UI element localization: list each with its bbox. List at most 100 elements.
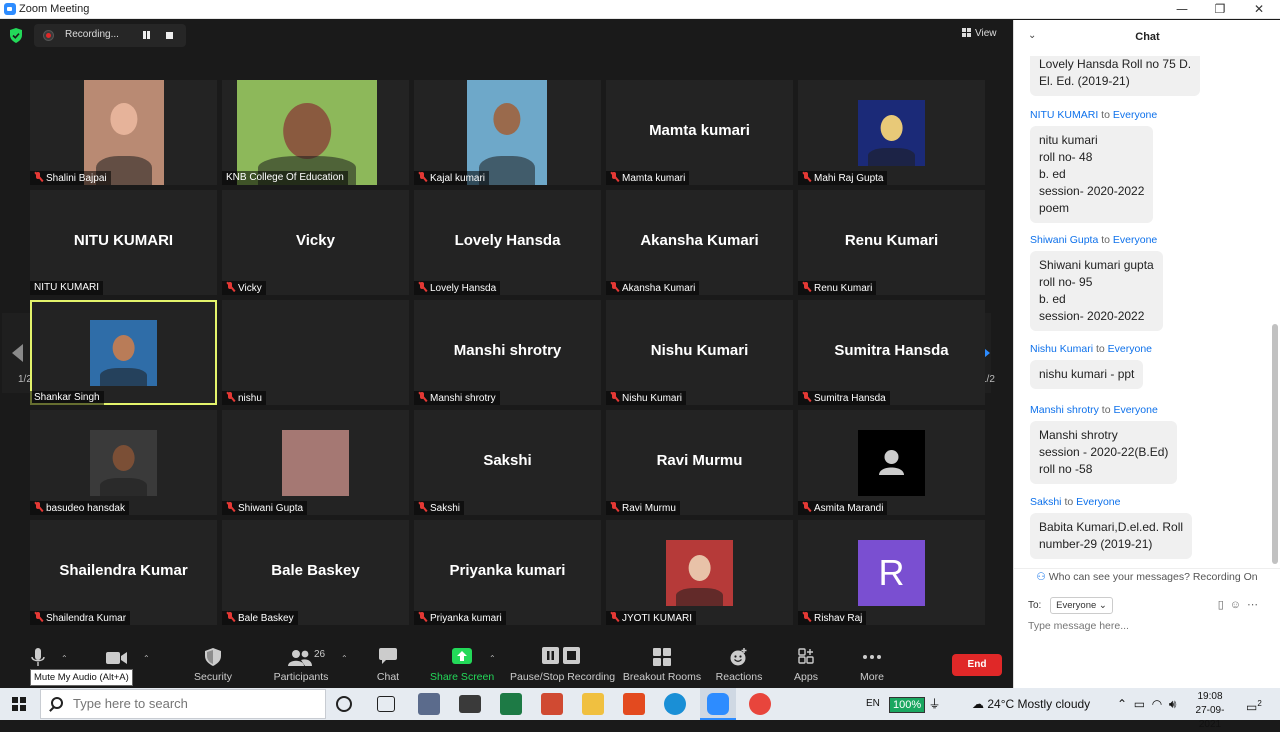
share-options-caret-icon[interactable]: ⌃ xyxy=(489,654,496,663)
volume-icon[interactable]: 🔊︎ xyxy=(1169,697,1177,711)
taskbar-search-input[interactable] xyxy=(73,696,313,711)
app-icon-1[interactable] xyxy=(418,693,440,715)
end-meeting-button[interactable]: End xyxy=(952,654,1002,676)
security-button[interactable]: Security xyxy=(188,638,238,688)
excel-icon[interactable] xyxy=(500,693,522,715)
task-view-icon[interactable] xyxy=(377,696,395,712)
participant-tile[interactable]: Bale Baskey Bale Baskey xyxy=(222,520,409,625)
participants-caret-icon[interactable]: ⌃ xyxy=(341,654,348,663)
participant-name: Lovely Hansda xyxy=(430,283,497,294)
chat-sender[interactable]: Shiwani Gupta xyxy=(1030,234,1098,246)
language-indicator[interactable]: EN xyxy=(866,688,880,720)
system-clock[interactable]: 19:08 27-09-2021 xyxy=(1190,690,1230,732)
participant-tile[interactable]: Shiwani Gupta xyxy=(222,410,409,515)
apps-icon xyxy=(798,648,814,664)
video-button[interactable] xyxy=(97,638,137,688)
participant-tile[interactable]: Nishu Kumari Nishu Kumari xyxy=(606,300,793,405)
participant-tile[interactable]: nishu xyxy=(222,300,409,405)
participant-tile[interactable]: Ravi Murmu Ravi Murmu xyxy=(606,410,793,515)
breakout-rooms-button[interactable]: Breakout Rooms xyxy=(622,638,702,688)
shield-icon[interactable] xyxy=(9,28,23,43)
participant-tile[interactable]: Sumitra Hansda Sumitra Hansda xyxy=(798,300,985,405)
weather-widget[interactable]: ☁ 24°C Mostly cloudy xyxy=(972,688,1090,720)
participant-tile[interactable]: Shankar Singh xyxy=(30,300,217,405)
store-icon[interactable] xyxy=(459,695,481,713)
video-gallery: Shalini Bajpai KNB College Of Education Ka… xyxy=(30,80,985,625)
participant-name-label: Bale Baskey xyxy=(222,611,298,625)
more-label: More xyxy=(860,671,884,683)
chevron-down-icon: ⌄ xyxy=(1098,600,1107,611)
participant-tile[interactable]: Priyanka kumari Priyanka kumari xyxy=(414,520,601,625)
participant-tile[interactable]: Manshi shrotry Manshi shrotry xyxy=(414,300,601,405)
windows-start-icon[interactable] xyxy=(12,697,26,711)
pause-stop-recording-label: Pause/Stop Recording xyxy=(510,671,616,683)
battery-indicator[interactable]: 100% ⏚ xyxy=(889,688,941,720)
stop-recording-icon[interactable] xyxy=(166,32,173,39)
chrome-icon[interactable] xyxy=(749,693,771,715)
emoji-icon[interactable]: ☺ xyxy=(1230,599,1247,611)
pause-stop-recording-button[interactable]: Pause/Stop Recording xyxy=(510,638,616,688)
participant-tile[interactable]: Mamta kumari Mamta kumari xyxy=(606,80,793,185)
view-button[interactable]: View xyxy=(962,28,997,39)
person-silhouette-icon xyxy=(493,103,521,136)
cortana-icon[interactable] xyxy=(336,696,352,712)
participant-tile[interactable]: Mahi Raj Gupta xyxy=(798,80,985,185)
participant-tile[interactable]: Sakshi Sakshi xyxy=(414,410,601,515)
participant-name: Shiwani Gupta xyxy=(238,503,304,514)
chat-message-header: Nishu Kumari to Everyone xyxy=(1030,343,1152,355)
chat-button[interactable]: Chat xyxy=(368,638,408,688)
chat-panel: ⌄ Chat Lovely Hansda Roll no 75 D. El. E… xyxy=(1013,20,1280,688)
participant-tile[interactable]: Asmita Marandi xyxy=(798,410,985,515)
taskbar-search[interactable] xyxy=(40,689,326,719)
participant-tile[interactable]: Shailendra Kumar Shailendra Kumar xyxy=(30,520,217,625)
participant-name: Mahi Raj Gupta xyxy=(814,173,884,184)
file-explorer-icon[interactable] xyxy=(582,693,604,715)
more-options-icon[interactable]: ⋯ xyxy=(1247,599,1264,611)
file-icon[interactable]: ▯ xyxy=(1218,599,1230,611)
mic-muted-icon xyxy=(610,612,619,622)
participant-tile[interactable]: R Rishav Raj xyxy=(798,520,985,625)
participant-tile[interactable]: Lovely Hansda Lovely Hansda xyxy=(414,190,601,295)
meeting-toolbar: ⌃ Mute My Audio (Alt+A) ⌃ Security 26 Pa… xyxy=(0,638,1013,688)
participant-tile[interactable]: Renu Kumari Renu Kumari xyxy=(798,190,985,295)
pause-recording-icon[interactable] xyxy=(142,30,152,40)
edge-icon[interactable] xyxy=(664,693,686,715)
participant-tile[interactable]: NITU KUMARI NITU KUMARI xyxy=(30,190,217,295)
maximize-button[interactable]: ❐ xyxy=(1200,0,1240,19)
chat-title: Chat xyxy=(1135,31,1160,43)
share-screen-button[interactable]: Share Screen xyxy=(430,638,494,688)
participant-tile[interactable]: KNB College Of Education xyxy=(222,80,409,185)
participant-tile[interactable]: basudeo hansdak xyxy=(30,410,217,515)
chevron-up-icon[interactable]: ⌃ xyxy=(1117,697,1127,711)
video-options-caret-icon[interactable]: ⌃ xyxy=(143,654,150,663)
participant-tile[interactable]: Vicky Vicky xyxy=(222,190,409,295)
participant-tile[interactable]: Shalini Bajpai xyxy=(30,80,217,185)
who-can-see-messages[interactable]: ⚇ Who can see your messages? Recording O… xyxy=(1014,568,1280,584)
wifi-icon[interactable]: ◠ xyxy=(1152,697,1162,711)
office-icon[interactable] xyxy=(623,693,645,715)
chat-sender[interactable]: Sakshi xyxy=(1030,496,1062,508)
chat-sender[interactable]: Manshi shrotry xyxy=(1030,404,1099,416)
participants-button[interactable]: 26 Participants xyxy=(268,638,334,688)
app-icon-2[interactable] xyxy=(541,693,563,715)
scrollbar-thumb[interactable] xyxy=(1272,324,1278,564)
participant-tile[interactable]: JYOTI KUMARI xyxy=(606,520,793,625)
chat-sender[interactable]: NITU KUMARI xyxy=(1030,109,1098,121)
participant-name: Sumitra Hansda xyxy=(814,393,886,404)
participant-count: 26 xyxy=(314,649,326,660)
recipient-select[interactable]: Everyone ⌄ xyxy=(1050,597,1113,614)
reactions-button[interactable]: Reactions xyxy=(714,638,764,688)
more-button[interactable]: More xyxy=(852,638,892,688)
chat-sender[interactable]: Nishu Kumari xyxy=(1030,343,1093,355)
close-button[interactable]: ✕ xyxy=(1239,0,1279,19)
notification-center-icon[interactable]: ▭2 xyxy=(1246,688,1262,720)
audio-options-caret-icon[interactable]: ⌃ xyxy=(61,654,68,663)
apps-button[interactable]: Apps xyxy=(786,638,826,688)
chat-message-input[interactable] xyxy=(1028,620,1268,632)
network-icon[interactable]: ▭ xyxy=(1134,697,1145,711)
chat-scrollbar[interactable] xyxy=(1271,56,1279,566)
participant-tile[interactable]: Kajal kumari xyxy=(414,80,601,185)
tray-icons[interactable]: ⌃ ▭ ◠ 🔊︎ xyxy=(1117,688,1176,720)
minimize-button[interactable]: — xyxy=(1162,0,1202,19)
participant-tile[interactable]: Akansha Kumari Akansha Kumari xyxy=(606,190,793,295)
